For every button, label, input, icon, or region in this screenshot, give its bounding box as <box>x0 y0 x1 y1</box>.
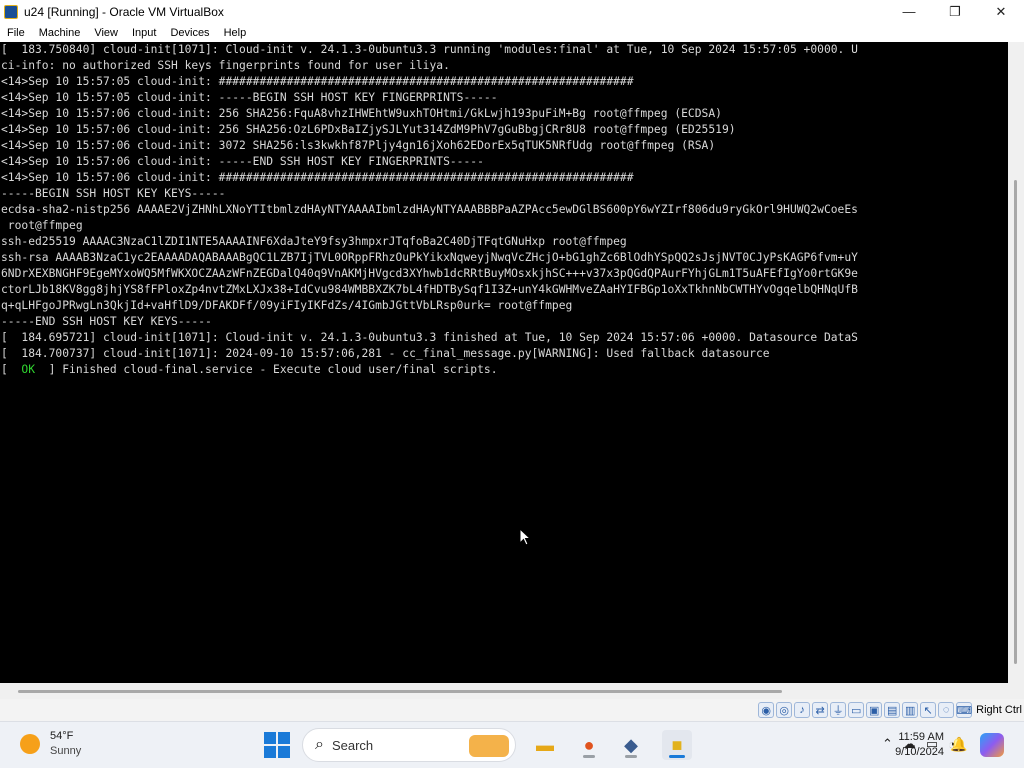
clock-date: 9/10/2024 <box>895 746 944 758</box>
app-running-indicator <box>625 755 637 758</box>
windows-logo-icon <box>278 732 290 744</box>
console-line: ecdsa-sha2-nistp256 AAAAE2VjZHNhLXNoYTIt… <box>1 203 858 216</box>
menu-bar: File Machine View Input Devices Help <box>0 23 1024 42</box>
mouse-integration-icon[interactable]: ↖ <box>920 702 937 718</box>
windows-logo-icon <box>264 732 276 744</box>
console-line: [ 184.700737] cloud-init[1071]: 2024-09-… <box>1 347 770 360</box>
host-key-label: Right Ctrl <box>976 704 1022 716</box>
search-icon: ⌕ <box>315 736 324 753</box>
windows-logo-icon <box>264 746 276 758</box>
menu-file[interactable]: File <box>0 27 32 39</box>
windows-logo-icon <box>278 746 290 758</box>
display-icon[interactable]: ▣ <box>866 702 883 718</box>
horizontal-scroll-thumb[interactable] <box>18 690 782 693</box>
search-placeholder: Search <box>331 737 374 753</box>
console-line: <14>Sep 10 15:57:06 cloud-init: 256 SHA2… <box>1 123 736 136</box>
optical-drive-icon[interactable]: ◎ <box>776 702 793 718</box>
virtualbox-icon[interactable]: ◆ <box>616 730 646 760</box>
menu-machine[interactable]: Machine <box>32 27 88 39</box>
horizontal-scrollbar[interactable] <box>0 683 1024 699</box>
close-button[interactable]: ✕ <box>978 0 1024 23</box>
copilot-icon[interactable] <box>980 733 1004 757</box>
status-message: ] Finished cloud-final.service - Execute… <box>35 363 498 376</box>
vertical-scrollbar[interactable] <box>1008 42 1024 683</box>
console-line: ctorLJb18KV8gg8jhjYS8fFPloxZp4nvtZMxLXJx… <box>1 283 858 296</box>
taskbar: 54°F Sunny ⌕ Search ▬ ● ◆ ■ ⌃ ☁ ▭ ◔ 11:5… <box>0 721 1024 768</box>
console-line: <14>Sep 10 15:57:06 cloud-init: 256 SHA2… <box>1 107 722 120</box>
console-line: ssh-ed25519 AAAAC3NzaC1lZDI1NTE5AAAAINF6… <box>1 235 627 248</box>
window-title: u24 [Running] - Oracle VM VirtualBox <box>24 4 224 19</box>
recording-icon[interactable]: ▤ <box>884 702 901 718</box>
cpu-icon[interactable]: ◌ <box>938 702 955 718</box>
console-line: <14>Sep 10 15:57:06 cloud-init: ########… <box>1 171 634 184</box>
minimize-button[interactable]: — <box>886 0 932 23</box>
console-line: [ 183.750840] cloud-init[1071]: Cloud-in… <box>1 43 858 56</box>
menu-devices[interactable]: Devices <box>163 27 216 39</box>
status-prefix: [ <box>1 363 22 376</box>
console-status-line: [ OK ] Finished cloud-final.service - Ex… <box>0 362 1008 378</box>
vm-console-screen[interactable]: [ 183.750840] cloud-init[1071]: Cloud-in… <box>0 42 1008 683</box>
app-running-indicator <box>583 755 595 758</box>
shared-folder-icon[interactable]: ▭ <box>848 702 865 718</box>
virtualbox-vm-icon[interactable]: ■ <box>662 730 692 760</box>
console-line: <14>Sep 10 15:57:05 cloud-init: -----BEG… <box>1 91 498 104</box>
console-line: [ 184.695721] cloud-init[1071]: Cloud-in… <box>1 331 858 344</box>
keyboard-icon[interactable]: ⌨ <box>956 702 973 718</box>
menu-help[interactable]: Help <box>217 27 254 39</box>
start-button[interactable] <box>264 732 290 758</box>
close-icon: ✕ <box>995 3 1007 19</box>
taskbar-clock[interactable]: 11:59 AM 9/10/2024 <box>880 730 944 760</box>
sun-icon <box>20 734 40 754</box>
app-active-indicator <box>669 755 685 758</box>
maximize-icon: ❐ <box>949 3 961 19</box>
notification-bell-icon[interactable]: 🔔 <box>950 736 967 753</box>
ok-status: OK <box>21 363 36 376</box>
firefox-icon[interactable]: ● <box>574 730 604 760</box>
virtualbox-icon <box>4 4 18 19</box>
console-line: -----BEGIN SSH HOST KEY KEYS----- <box>1 187 226 200</box>
vm-status-bar: ◉ ◎ ♪ ⇄ ⏚ ▭ ▣ ▤ ▥ ↖ ◌ ⌨ Right Ctrl <box>0 699 1024 721</box>
capture-icon[interactable]: ▥ <box>902 702 919 718</box>
console-line: ssh-rsa AAAAB3NzaC1yc2EAAAADAQABAAABgQC1… <box>1 251 858 264</box>
console-line: q+qLHFgoJPRwgLn3QkjId+vaHflD9/DFAKDFf/09… <box>1 299 573 312</box>
console-line: <14>Sep 10 15:57:06 cloud-init: -----END… <box>1 155 484 168</box>
console-line: -----END SSH HOST KEY KEYS----- <box>1 315 212 328</box>
maximize-button[interactable]: ❐ <box>932 0 978 23</box>
usb-icon[interactable]: ⏚ <box>830 702 847 718</box>
weather-condition: Sunny <box>50 745 82 757</box>
mouse-cursor-icon <box>519 528 531 546</box>
menu-input[interactable]: Input <box>125 27 163 39</box>
clock-time: 11:59 AM <box>898 731 944 743</box>
vertical-scroll-thumb[interactable] <box>1014 180 1017 664</box>
audio-icon[interactable]: ♪ <box>794 702 811 718</box>
console-line: 6NDrXEXBNGHF9EgeMYxoWQ5MfWKXOCZAAzWFnZEG… <box>1 267 858 280</box>
console-line: <14>Sep 10 15:57:06 cloud-init: 3072 SHA… <box>1 139 716 152</box>
menu-view[interactable]: View <box>87 27 125 39</box>
console-line: <14>Sep 10 15:57:05 cloud-init: ########… <box>1 75 634 88</box>
weather-temp: 54°F <box>50 730 74 742</box>
hard-disk-icon[interactable]: ◉ <box>758 702 775 718</box>
window-titlebar[interactable]: u24 [Running] - Oracle VM VirtualBox — ❐… <box>0 0 1024 23</box>
weather-widget[interactable]: 54°F Sunny <box>20 729 81 759</box>
console-line: ci-info: no authorized SSH keys fingerpr… <box>1 59 450 72</box>
console-line: root@ffmpeg <box>1 219 83 232</box>
file-explorer-icon[interactable]: ▬ <box>530 730 560 760</box>
search-highlight-icon <box>469 735 509 757</box>
minimize-icon: — <box>902 4 916 19</box>
network-icon[interactable]: ⇄ <box>812 702 829 718</box>
taskbar-search[interactable]: ⌕ Search <box>302 728 516 762</box>
